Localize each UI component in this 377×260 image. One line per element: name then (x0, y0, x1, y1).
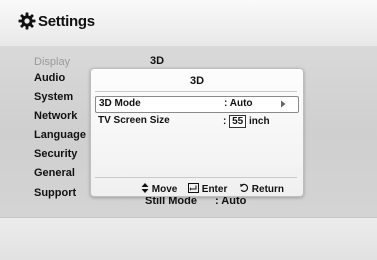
3d-mode-label: 3D Mode (99, 98, 141, 109)
dialog-divider-bottom (95, 177, 297, 178)
sidebar-item-system[interactable]: System (34, 91, 73, 103)
enter-icon (188, 183, 202, 195)
tv-screen-size-label: TV Screen Size (98, 115, 170, 126)
sidebar-item-security[interactable]: Security (34, 148, 77, 160)
return-icon (239, 183, 252, 195)
dialog-title: 3D (189, 75, 205, 87)
section-title: 3D (150, 55, 165, 67)
tv-screen-size-colon: : (223, 116, 227, 127)
sidebar-item-language[interactable]: Language (34, 129, 86, 141)
move-label: Move (151, 184, 178, 195)
enter-hint: Enter (188, 183, 227, 195)
sidebar-item-audio[interactable]: Audio (34, 72, 65, 84)
sidebar-item-network[interactable]: Network (34, 110, 77, 122)
return-hint: Return (239, 183, 284, 195)
chevron-right-icon[interactable] (278, 99, 288, 109)
3d-mode-value: : Auto (224, 98, 253, 109)
3d-mode-row[interactable]: 3D Mode : Auto (95, 96, 299, 113)
3d-dialog: 3D 3D Mode : Auto TV Screen Size : 55 in… (90, 68, 304, 197)
gear-icon (18, 12, 36, 30)
tv-screen-size-row[interactable]: TV Screen Size : 55 inch (95, 114, 297, 129)
sidebar-item-display[interactable]: Display (34, 56, 70, 68)
dialog-divider-top (95, 91, 297, 92)
header-bar: Settings (0, 0, 377, 46)
enter-label: Enter (201, 184, 228, 195)
page-title: Settings (38, 13, 95, 30)
move-arrows-icon (141, 183, 152, 195)
return-label: Return (251, 184, 285, 195)
tv-screen-size-value: : 55 inch (223, 115, 270, 128)
tv-screen-size-input[interactable]: 55 (229, 115, 247, 128)
footer-bar (0, 217, 377, 260)
tv-screen-size-unit: inch (249, 116, 270, 127)
move-hint: Move (141, 183, 177, 195)
sidebar-item-general[interactable]: General (34, 167, 75, 179)
sidebar-item-support[interactable]: Support (34, 187, 76, 199)
